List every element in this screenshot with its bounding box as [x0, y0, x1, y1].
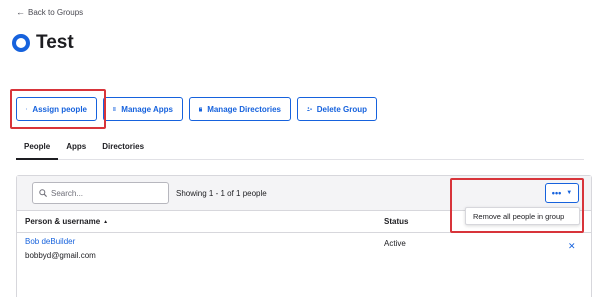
page-header: Test	[12, 32, 74, 54]
people-toolbar: Showing 1 - 1 of 1 people ••• ▼ Remove a…	[17, 176, 591, 225]
chevron-down-icon: ▼	[566, 190, 573, 196]
tab-people[interactable]: People	[16, 139, 59, 160]
manage-apps-label: Manage Apps	[121, 104, 173, 114]
manage-directories-label: Manage Directories	[207, 104, 281, 114]
status-value: Active	[384, 239, 406, 248]
table-row: Bob deBuilder bobbyd@gmail.com Active ✕	[17, 233, 591, 273]
assign-people-label: Assign people	[32, 104, 87, 114]
group-actions: Assign people Manage Apps Manage Directo…	[16, 97, 377, 121]
assign-people-button[interactable]: Assign people	[16, 97, 97, 121]
person-username: bobbyd@gmail.com	[25, 251, 96, 260]
back-link-label: Back to Groups	[28, 8, 84, 17]
person-icon	[26, 108, 28, 110]
more-dots-icon: •••	[551, 188, 562, 198]
column-header-status: Status	[384, 217, 409, 226]
remove-person-icon[interactable]: ✕	[568, 241, 576, 252]
search-icon	[39, 189, 47, 197]
directory-book-icon	[199, 106, 203, 112]
search-box[interactable]	[32, 182, 169, 204]
column-header-person[interactable]: Person & username ▲	[25, 217, 108, 226]
person-name-link[interactable]: Bob deBuilder	[25, 237, 75, 246]
manage-directories-button[interactable]: Manage Directories	[189, 97, 291, 121]
delete-group-button[interactable]: Delete Group	[297, 97, 377, 121]
tab-apps[interactable]: Apps	[58, 139, 94, 160]
back-to-groups-link[interactable]: ← Back to Groups	[16, 7, 84, 18]
page-title: Test	[36, 32, 74, 53]
tab-directories[interactable]: Directories	[94, 139, 152, 160]
search-input[interactable]	[51, 188, 161, 198]
menu-item-remove-all-people[interactable]: Remove all people in group	[465, 207, 580, 225]
apps-grid-icon	[113, 107, 117, 111]
sort-ascending-icon: ▲	[103, 218, 109, 225]
delete-group-label: Delete Group	[316, 104, 367, 114]
results-count: Showing 1 - 1 of 1 people	[176, 189, 267, 198]
people-panel: Showing 1 - 1 of 1 people ••• ▼ Remove a…	[16, 175, 592, 297]
column-header-person-label: Person & username	[25, 217, 101, 226]
more-actions-button[interactable]: ••• ▼	[545, 183, 579, 203]
okta-group-icon	[12, 34, 30, 52]
delete-people-icon	[307, 107, 312, 111]
arrow-left-icon: ←	[16, 7, 25, 17]
group-tabs: People Apps Directories	[16, 139, 584, 160]
manage-apps-button[interactable]: Manage Apps	[103, 97, 183, 121]
